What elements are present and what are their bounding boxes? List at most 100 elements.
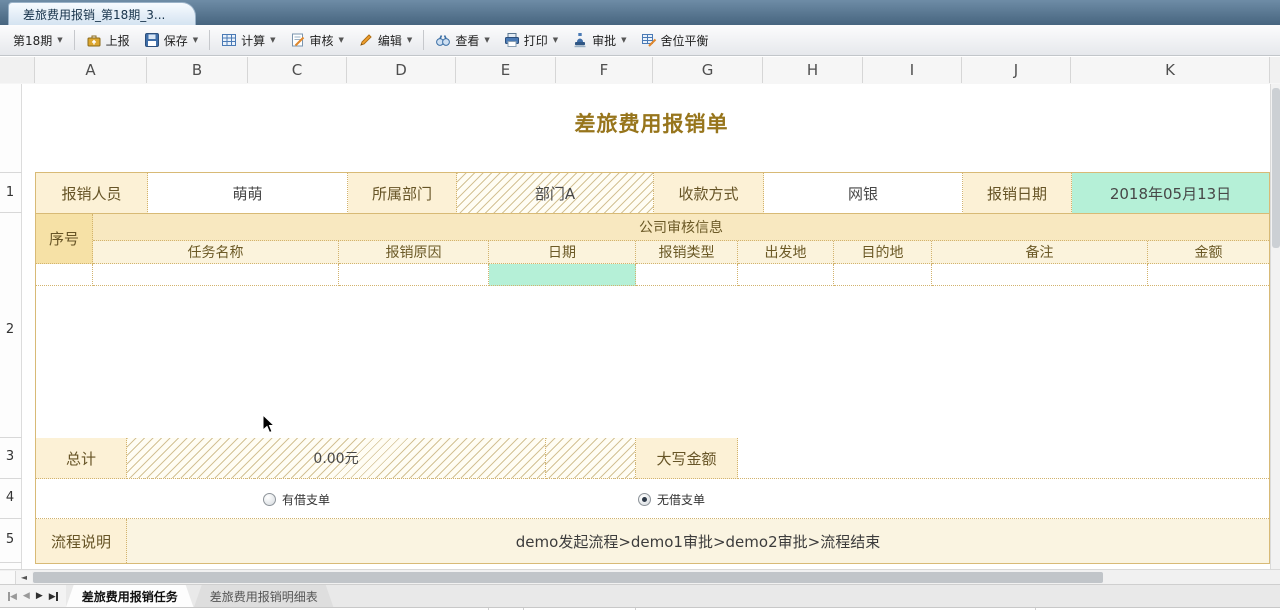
- column-header[interactable]: G: [653, 57, 763, 83]
- sheet-tab-detail[interactable]: 差旅费用报销明细表: [194, 585, 334, 608]
- audit-button[interactable]: 审核 ▼: [283, 29, 351, 52]
- column-header[interactable]: J: [962, 57, 1071, 83]
- total-label-cell: 总计: [36, 438, 127, 479]
- column-header[interactable]: K: [1071, 57, 1270, 83]
- column-header[interactable]: H: [763, 57, 863, 83]
- view-button[interactable]: 查看 ▼: [428, 29, 496, 52]
- expense-form: 报销人员 萌萌 所属部门 部门A 收款方式 网银 报销日期 2018年05月13…: [35, 172, 1270, 564]
- detail-cell-index[interactable]: [36, 264, 93, 286]
- approve-button[interactable]: 审批 ▼: [565, 29, 633, 52]
- applicant-value-cell[interactable]: 萌萌: [148, 173, 348, 214]
- detail-cell-date-selected[interactable]: [489, 264, 636, 286]
- vertical-scrollbar-thumb[interactable]: [1272, 88, 1280, 248]
- report-window: 差旅费用报销_第18期_3... 第18期 ▼ 上报 保存 ▼ 计算 ▼ 审核 …: [0, 0, 1280, 610]
- total-hatch-cell: [546, 438, 636, 479]
- department-value-cell[interactable]: 部门A: [457, 173, 654, 214]
- scrollbar-corner-box: [0, 571, 16, 584]
- row-number[interactable]: 3: [0, 449, 20, 464]
- column-header[interactable]: E: [456, 57, 556, 83]
- detail-column-header: 金额: [1148, 241, 1269, 264]
- detail-cell-origin[interactable]: [738, 264, 834, 286]
- detail-column-header: 出发地: [738, 241, 834, 264]
- vertical-scrollbar[interactable]: [1270, 84, 1280, 569]
- loan-option-none[interactable]: 无借支单: [638, 479, 705, 519]
- chevron-down-icon: ▼: [553, 36, 558, 44]
- row-number[interactable]: 2: [0, 322, 20, 337]
- grid-corner[interactable]: [0, 57, 35, 83]
- gutter-divider: [0, 212, 22, 213]
- save-button[interactable]: 保存 ▼: [137, 29, 205, 52]
- detail-column-header: 任务名称: [93, 241, 339, 264]
- scroll-left-arrow[interactable]: ◄: [16, 571, 32, 584]
- loan-option-label: 无借支单: [657, 491, 705, 508]
- row-number[interactable]: 4: [0, 490, 20, 505]
- sheet-tab-task[interactable]: 差旅费用报销任务: [66, 585, 194, 608]
- period-menu-button[interactable]: 第18期 ▼: [6, 29, 70, 52]
- detail-cell-task[interactable]: [93, 264, 339, 286]
- detail-cell-destination[interactable]: [834, 264, 932, 286]
- sheet-tab-bar: ◀ ◀ ▶ ▶ 差旅费用报销任务 差旅费用报销明细表: [0, 584, 1280, 608]
- save-label: 保存: [164, 32, 188, 49]
- column-header[interactable]: A: [35, 57, 147, 83]
- column-header[interactable]: F: [556, 57, 653, 83]
- upload-icon: [86, 32, 102, 48]
- sheet-area: 1 2 3 4 5 差旅费用报销单 报销人员 萌萌 所属部门 部门A 收款方式 …: [0, 84, 1280, 569]
- date-value-cell[interactable]: 2018年05月13日: [1072, 173, 1269, 214]
- detail-cell-remark[interactable]: [932, 264, 1148, 286]
- calculate-button[interactable]: 计算 ▼: [214, 29, 282, 52]
- row-number[interactable]: 5: [0, 532, 20, 547]
- detail-cell-amount[interactable]: [1148, 264, 1269, 286]
- submit-button[interactable]: 上报: [79, 29, 137, 52]
- chevron-down-icon: ▼: [57, 36, 62, 44]
- submit-label: 上报: [106, 32, 130, 49]
- period-menu-label: 第18期: [13, 32, 52, 49]
- index-column-header: 序号: [36, 214, 93, 264]
- rounding-balance-button[interactable]: 舍位平衡: [634, 29, 716, 52]
- toolbar-separator: [209, 30, 210, 50]
- loan-option-label: 有借支单: [282, 491, 330, 508]
- print-button[interactable]: 打印 ▼: [497, 29, 565, 52]
- approve-icon: [572, 32, 588, 48]
- prev-sheet-icon[interactable]: ◀: [23, 592, 30, 601]
- toolbar-separator: [423, 30, 424, 50]
- print-icon: [504, 32, 520, 48]
- first-sheet-icon[interactable]: ◀: [8, 592, 17, 602]
- amount-words-value-cell[interactable]: [738, 438, 1269, 479]
- column-header[interactable]: B: [147, 57, 248, 83]
- flow-label-cell: 流程说明: [36, 519, 127, 563]
- next-sheet-icon[interactable]: ▶: [36, 592, 43, 601]
- loan-option-has[interactable]: 有借支单: [263, 479, 330, 519]
- total-value-cell[interactable]: 0.00元: [127, 438, 546, 479]
- column-header[interactable]: C: [248, 57, 347, 83]
- gutter-divider: [0, 562, 22, 563]
- payment-value-cell[interactable]: 网银: [764, 173, 963, 214]
- detail-cell-reason[interactable]: [339, 264, 489, 286]
- save-icon: [144, 32, 160, 48]
- detail-column-header: 报销类型: [636, 241, 738, 264]
- chevron-down-icon: ▼: [621, 36, 626, 44]
- approve-label: 审批: [592, 32, 616, 49]
- department-label-cell: 所属部门: [348, 173, 457, 214]
- row-gutter: 1 2 3 4 5: [0, 84, 22, 569]
- document-tab[interactable]: 差旅费用报销_第18期_3...: [8, 2, 196, 26]
- titlebar: 差旅费用报销_第18期_3...: [0, 0, 1280, 26]
- amount-words-label-cell: 大写金额: [636, 438, 738, 479]
- gutter-divider: [0, 437, 22, 438]
- rounding-balance-label: 舍位平衡: [661, 32, 709, 49]
- radio-checked-icon[interactable]: [638, 493, 651, 506]
- chevron-down-icon: ▼: [339, 36, 344, 44]
- last-sheet-icon[interactable]: ▶: [49, 592, 58, 602]
- column-header[interactable]: D: [347, 57, 456, 83]
- horizontal-scrollbar[interactable]: ◄: [0, 569, 1280, 584]
- edit-button[interactable]: 编辑 ▼: [351, 29, 419, 52]
- detail-column-header: 日期: [489, 241, 636, 264]
- row-number[interactable]: 1: [0, 185, 20, 200]
- horizontal-scrollbar-thumb[interactable]: [33, 572, 1103, 583]
- detail-cell-type[interactable]: [636, 264, 738, 286]
- chevron-down-icon: ▼: [484, 36, 489, 44]
- radio-unchecked-icon[interactable]: [263, 493, 276, 506]
- column-header[interactable]: I: [863, 57, 962, 83]
- grid-corner: [1270, 57, 1280, 83]
- chevron-down-icon: ▼: [407, 36, 412, 44]
- toolbar: 第18期 ▼ 上报 保存 ▼ 计算 ▼ 审核 ▼ 编辑 ▼: [0, 25, 1280, 56]
